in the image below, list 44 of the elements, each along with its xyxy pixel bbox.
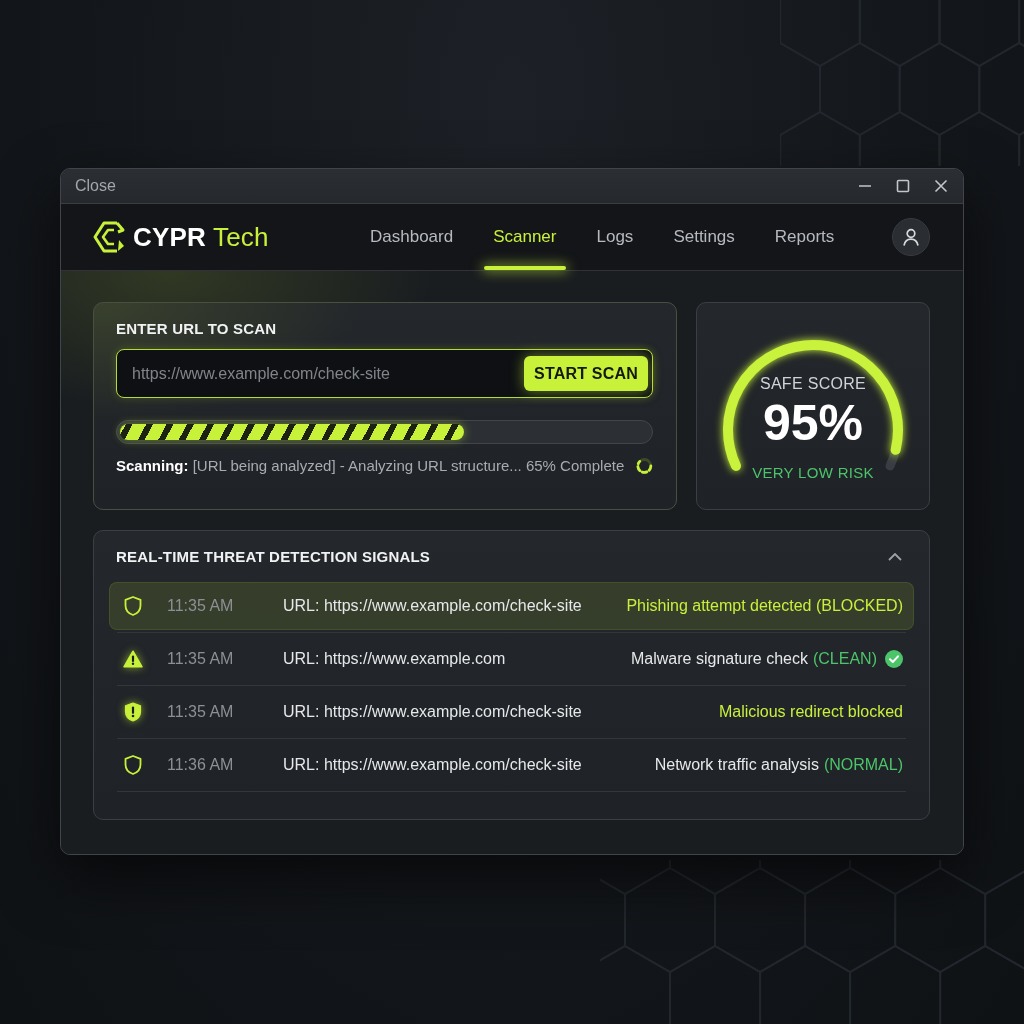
event-status: (CLEAN) xyxy=(813,650,877,668)
event-url: URL: https://www.example.com/check-site xyxy=(283,703,583,721)
risk-label: VERY LOW RISK xyxy=(752,463,874,483)
threat-row[interactable]: 11:35 AM URL: https://www.example.com/check-site Phishing attempt detected (BLOCKED) xyxy=(109,582,914,630)
user-icon xyxy=(901,227,921,247)
nav-tab[interactable]: Logs xyxy=(587,204,643,270)
event-status: (NORMAL) xyxy=(823,756,903,774)
chevron-up-icon[interactable] xyxy=(888,552,902,561)
event-message: Network traffic analysis xyxy=(654,756,819,774)
scan-status-text: Scanning: [URL being analyzed] - Analyzing URL structure... 65% Complete xyxy=(116,457,625,475)
scan-heading: ENTER URL TO SCAN xyxy=(116,320,278,338)
spinner-icon xyxy=(636,457,653,475)
threat-row[interactable]: 11:35 AM URL: https://www.example.com Malware signature check (CLEAN) xyxy=(109,635,914,683)
warning-icon xyxy=(123,650,143,668)
brand-wordmark: CYPR Tech xyxy=(133,221,269,253)
threat-row[interactable]: 11:35 AM URL: https://www.example.com/check-site Malicious redirect blocked xyxy=(109,688,914,736)
score-label: SAFE SCORE xyxy=(759,374,867,394)
event-message: Phishing attempt detected (BLOCKED) xyxy=(626,597,903,615)
event-url: URL: https://www.example.com/check-site xyxy=(283,756,583,774)
nav-tab[interactable]: Settings xyxy=(664,204,744,270)
shield-icon xyxy=(124,596,142,616)
shield-icon xyxy=(124,755,142,775)
event-url: URL: https://www.example.com/check-site xyxy=(283,597,583,615)
event-message: Malware signature check xyxy=(631,650,808,668)
start-scan-button[interactable]: START SCAN xyxy=(524,356,648,391)
profile-button[interactable] xyxy=(892,218,930,256)
threat-row[interactable]: 11:36 AM URL: https://www.example.com/check-site Network traffic analysis (NORMAL) xyxy=(109,741,914,789)
window-title: Close xyxy=(75,177,116,195)
logo-icon xyxy=(92,219,126,255)
nav-tab[interactable]: Dashboard xyxy=(361,204,463,270)
event-url: URL: https://www.example.com xyxy=(283,650,507,668)
event-time: 11:35 AM xyxy=(167,650,235,668)
url-field[interactable]: https://www.example.com/check-site START SCAN xyxy=(116,349,653,398)
shield-exclamation-icon xyxy=(124,702,142,722)
close-icon[interactable] xyxy=(933,178,949,194)
event-time: 11:35 AM xyxy=(167,597,235,615)
nav-tab[interactable]: Reports xyxy=(765,204,844,270)
panel-title: REAL-TIME THREAT DETECTION SIGNALS xyxy=(116,548,430,565)
maximize-icon[interactable] xyxy=(895,178,911,194)
event-time: 11:36 AM xyxy=(167,756,235,774)
event-time: 11:35 AM xyxy=(167,703,235,721)
event-message: Malicious redirect blocked xyxy=(718,703,903,721)
nav-tab[interactable]: Scanner xyxy=(484,204,566,270)
score-value: 95% xyxy=(762,396,864,450)
